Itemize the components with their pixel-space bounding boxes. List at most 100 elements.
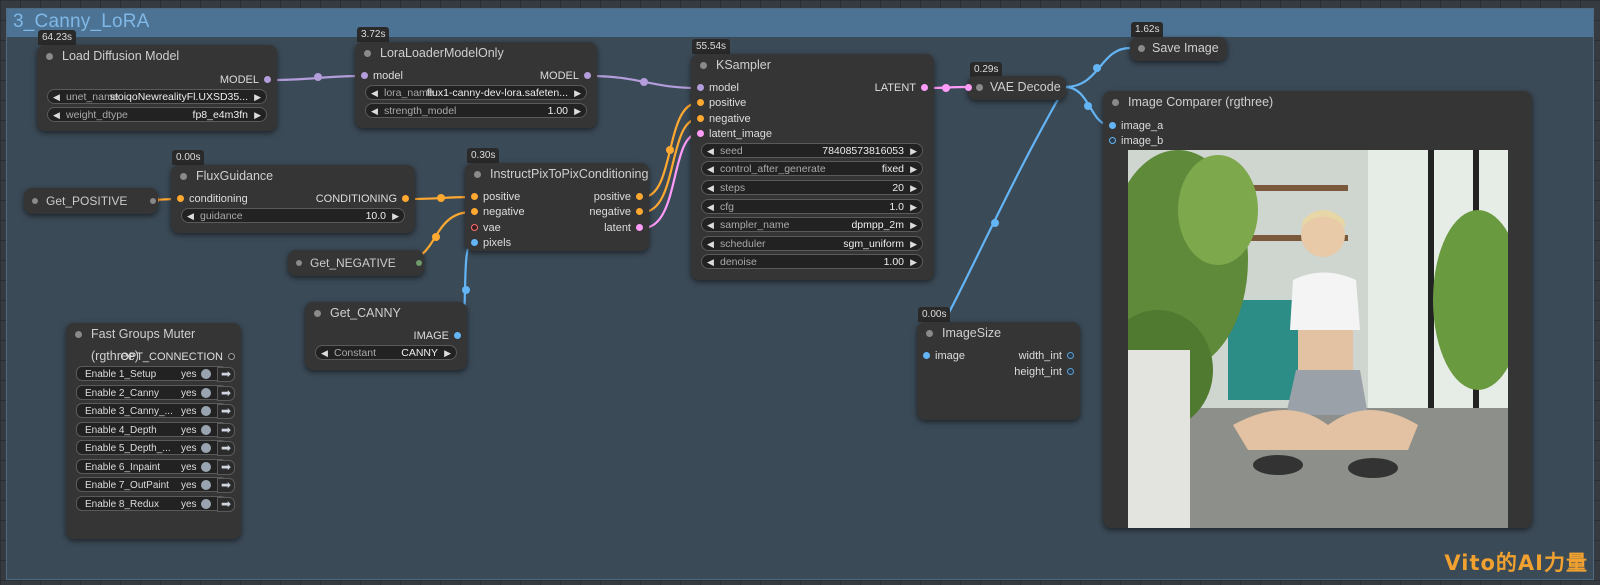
socket-icon[interactable] — [471, 239, 478, 246]
compare-image-preview[interactable] — [1128, 150, 1508, 528]
output-positive[interactable]: positive — [594, 189, 649, 205]
denoise-widget[interactable]: ◀ denoise 1.00 ▶ — [701, 254, 923, 269]
arrow-right-icon[interactable]: ➡ — [217, 497, 235, 512]
socket-icon[interactable] — [471, 193, 478, 200]
node-title[interactable]: Image Comparer (rgthree) — [1103, 91, 1532, 113]
socket-icon[interactable] — [923, 352, 930, 359]
output-image[interactable]: IMAGE — [414, 328, 467, 344]
arrow-right-icon[interactable]: ➡ — [217, 386, 235, 401]
input-model[interactable]: model — [691, 80, 739, 96]
constant-widget[interactable]: ◀ Constant CANNY ▶ — [315, 345, 457, 360]
toggle-icon[interactable] — [201, 499, 211, 509]
image-size-node[interactable]: ImageSize image width_int height_int — [917, 322, 1080, 420]
toggle-row-6[interactable]: Enable 6_Inpaint yes ➡ — [76, 459, 235, 475]
input-vae[interactable]: vae — [465, 220, 501, 236]
fast-groups-muter-node[interactable]: Fast Groups Muter (rgthree) OPT_CONNECTI… — [66, 323, 241, 539]
output-negative[interactable]: negative — [589, 204, 649, 220]
weight-dtype-widget[interactable]: ◀ weight_dtype fp8_e4m3fn ▶ — [47, 107, 267, 122]
input-pixels[interactable]: pixels — [465, 235, 511, 251]
socket-icon[interactable] — [454, 332, 461, 339]
toggle-icon[interactable] — [201, 388, 211, 398]
input-negative[interactable]: negative — [691, 111, 751, 127]
output-latent[interactable]: latent — [604, 220, 649, 236]
sampler-name-widget[interactable]: ◀ sampler_name dpmpp_2m ▶ — [701, 217, 923, 232]
socket-icon[interactable] — [177, 195, 184, 202]
socket-icon[interactable] — [921, 84, 928, 91]
output-model[interactable]: MODEL — [220, 72, 277, 88]
node-title[interactable]: Load Diffusion Model — [37, 45, 277, 67]
cfg-widget[interactable]: ◀ cfg 1.0 ▶ — [701, 199, 923, 214]
strength-model-widget[interactable]: ◀ strength_model 1.00 ▶ — [365, 103, 587, 118]
arrow-right-icon[interactable]: ➡ — [217, 460, 235, 475]
collapse-dot-icon[interactable] — [180, 173, 187, 180]
socket-icon[interactable] — [697, 84, 704, 91]
steps-widget[interactable]: ◀ steps 20 ▶ — [701, 180, 923, 195]
get-negative-node[interactable]: Get_NEGATIVE — [288, 250, 424, 276]
collapse-dot-icon[interactable] — [700, 62, 707, 69]
arrow-right-icon[interactable]: ➡ — [217, 367, 235, 382]
input-conditioning[interactable]: conditioning — [171, 191, 248, 207]
node-title[interactable]: Get_CANNY — [305, 302, 467, 324]
collapse-dot-icon[interactable] — [46, 53, 53, 60]
input-model[interactable]: model — [355, 68, 403, 84]
lora-loader-node[interactable]: LoraLoaderModelOnly model MODEL ◀ lora_na… — [355, 42, 597, 128]
socket-icon[interactable] — [416, 260, 422, 266]
instruct-pix-to-pix-node[interactable]: InstructPixToPixConditioning positive ne… — [465, 163, 649, 251]
toggle-row-8[interactable]: Enable 8_Redux yes ➡ — [76, 496, 235, 512]
input-image[interactable]: image — [917, 348, 965, 364]
output-model[interactable]: MODEL — [540, 68, 597, 84]
socket-icon[interactable] — [636, 193, 643, 200]
socket-icon[interactable] — [228, 353, 235, 360]
output-height-int[interactable]: height_int — [1014, 364, 1080, 380]
toggle-icon[interactable] — [201, 425, 211, 435]
collapse-dot-icon[interactable] — [32, 198, 38, 204]
socket-icon[interactable] — [1109, 122, 1116, 129]
output-conditioning[interactable]: CONDITIONING — [316, 191, 415, 207]
flux-guidance-node[interactable]: FluxGuidance conditioning CONDITIONING ◀… — [171, 165, 415, 233]
socket-icon[interactable] — [402, 195, 409, 202]
node-title[interactable]: InstructPixToPixConditioning — [465, 163, 649, 185]
toggle-icon[interactable] — [201, 369, 211, 379]
node-title[interactable]: FluxGuidance — [171, 165, 415, 187]
output-width-int[interactable]: width_int — [1019, 348, 1080, 364]
socket-icon[interactable] — [471, 208, 478, 215]
socket-icon[interactable] — [150, 198, 156, 204]
collapse-dot-icon[interactable] — [296, 260, 302, 266]
collapse-dot-icon[interactable] — [314, 310, 321, 317]
node-title[interactable]: VAE Decode — [968, 76, 1066, 98]
socket-icon[interactable] — [697, 99, 704, 106]
toggle-row-7[interactable]: Enable 7_OutPaint yes ➡ — [76, 477, 235, 493]
node-title[interactable]: LoraLoaderModelOnly — [355, 42, 597, 64]
input-positive[interactable]: positive — [465, 189, 520, 205]
socket-icon[interactable] — [636, 208, 643, 215]
unet-name-widget[interactable]: ◀ unet_name stoiqoNewrealityFl.UXSD35... ▶ — [47, 89, 267, 104]
toggle-row-4[interactable]: Enable 4_Depth yes ➡ — [76, 422, 235, 438]
arrow-right-icon[interactable]: ➡ — [217, 478, 235, 493]
socket-icon[interactable] — [1067, 368, 1074, 375]
lora-name-widget[interactable]: ◀ lora_name flux1-canny-dev-lora.safeten..… — [365, 85, 587, 100]
socket-icon[interactable] — [471, 224, 478, 231]
guidance-widget[interactable]: ◀ guidance 10.0 ▶ — [181, 208, 405, 223]
node-title[interactable]: KSampler — [691, 54, 934, 76]
socket-icon[interactable] — [584, 72, 591, 79]
collapse-dot-icon[interactable] — [364, 50, 371, 57]
vae-decode-node[interactable]: VAE Decode — [965, 76, 1066, 100]
socket-icon[interactable] — [697, 115, 704, 122]
input-negative[interactable]: negative — [465, 204, 525, 220]
graph-canvas[interactable]: 3_Canny_LoRA 64.23s Load Diffusion Model… — [0, 0, 1600, 585]
group-header[interactable]: 3_Canny_LoRA — [7, 9, 1593, 37]
node-title[interactable]: Save Image — [1130, 37, 1227, 59]
socket-icon[interactable] — [636, 224, 643, 231]
seed-widget[interactable]: ◀ seed 78408573816053 ▶ — [701, 143, 923, 158]
collapse-dot-icon[interactable] — [75, 331, 82, 338]
toggle-icon[interactable] — [201, 443, 211, 453]
collapse-dot-icon[interactable] — [926, 330, 933, 337]
collapse-dot-icon[interactable] — [1138, 45, 1145, 52]
toggle-row-2[interactable]: Enable 2_Canny yes ➡ — [76, 385, 235, 401]
arrow-right-icon[interactable]: ➡ — [217, 441, 235, 456]
socket-icon[interactable] — [697, 130, 704, 137]
toggle-row-3[interactable]: Enable 3_Canny_... yes ➡ — [76, 403, 235, 419]
toggle-icon[interactable] — [201, 406, 211, 416]
load-diffusion-model-node[interactable]: Load Diffusion Model MODEL ◀ unet_name sto… — [37, 45, 277, 131]
save-image-node[interactable]: Save Image — [1130, 37, 1227, 61]
